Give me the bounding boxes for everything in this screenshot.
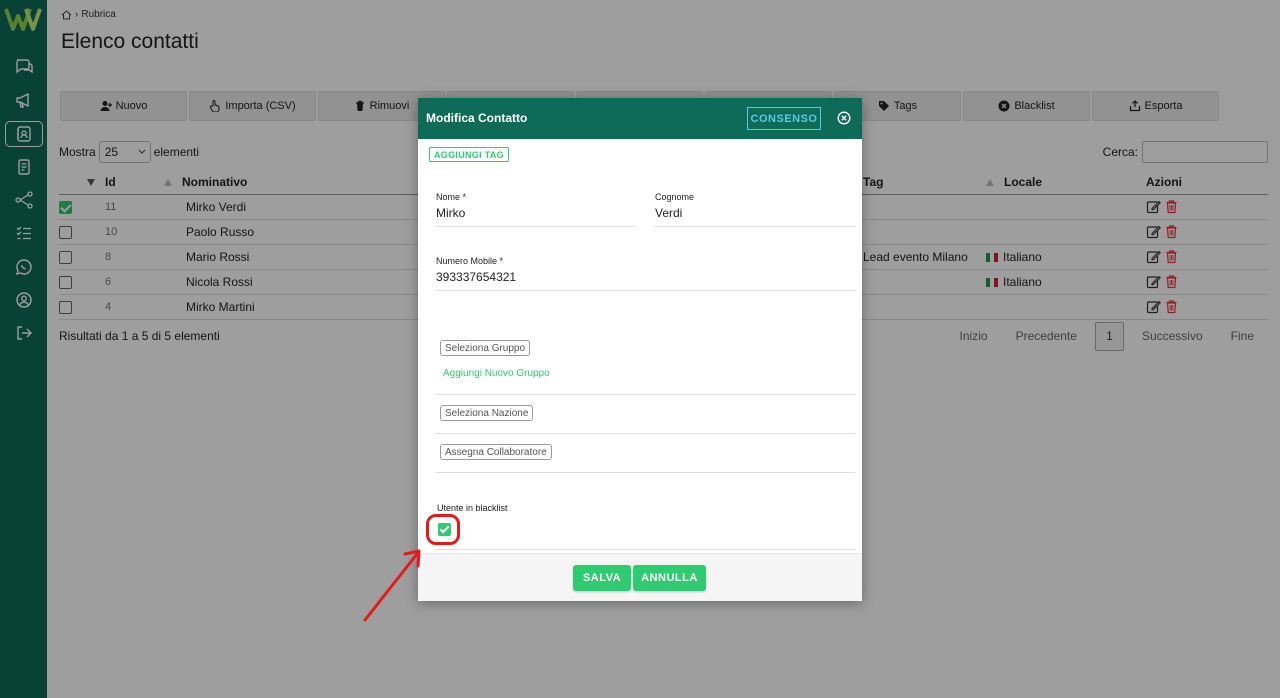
close-icon[interactable] (837, 111, 851, 125)
last-name-field[interactable]: Cognome Verdi (654, 192, 855, 227)
select-group-chip[interactable]: Seleziona Gruppo (440, 340, 531, 356)
edit-contact-modal: Modifica Contatto CONSENSO AGGIUNGI TAG … (418, 98, 862, 601)
divider (435, 394, 855, 395)
cancel-button[interactable]: ANNULLA (633, 565, 706, 591)
add-new-group-link[interactable]: Aggiungi Nuovo Gruppo (443, 368, 550, 379)
divider (435, 549, 855, 550)
modal-header: Modifica Contatto CONSENSO (418, 98, 862, 139)
first-name-field[interactable]: Nome * Mirko (435, 192, 635, 227)
divider (435, 472, 855, 473)
arrow-annotation-icon (363, 549, 421, 622)
select-nation-chip[interactable]: Seleziona Nazione (440, 405, 534, 421)
assign-collaborator-chip[interactable]: Assegna Collaboratore (440, 444, 552, 460)
divider (435, 433, 855, 434)
modal-footer: SALVA ANNULLA (418, 553, 862, 601)
modal-title: Modifica Contatto (426, 111, 528, 125)
consent-button[interactable]: CONSENSO (747, 107, 821, 130)
save-button[interactable]: SALVA (573, 565, 631, 591)
mobile-number-field[interactable]: Numero Mobile * 393337654321 (435, 256, 855, 291)
blacklist-label: Utente in blacklist (437, 503, 508, 513)
add-tag-button[interactable]: AGGIUNGI TAG (429, 147, 509, 162)
